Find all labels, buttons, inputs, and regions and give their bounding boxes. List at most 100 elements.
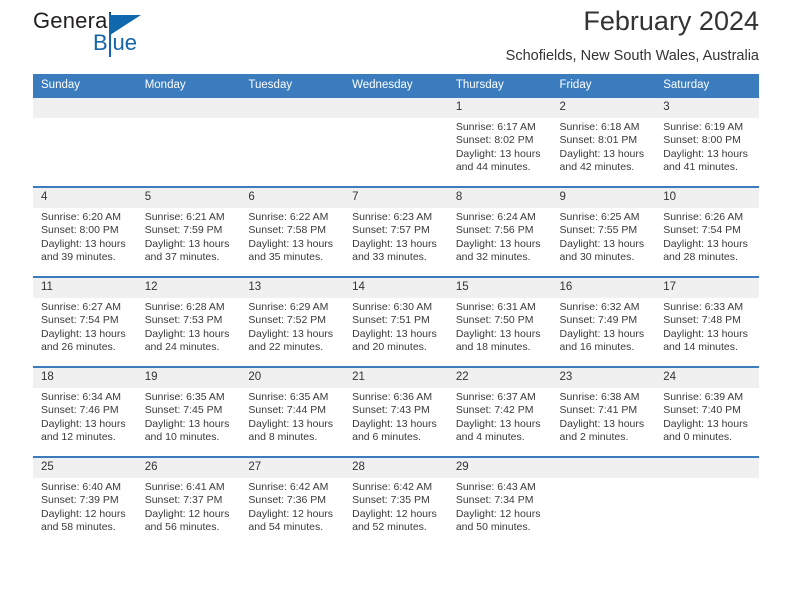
calendar-day-cell[interactable]: 11 Sunrise: 6:27 AM Sunset: 7:54 PM Dayligh… bbox=[33, 276, 137, 367]
calendar-day-cell[interactable]: 27 Sunrise: 6:42 AM Sunset: 7:36 PM Dayligh… bbox=[240, 456, 345, 546]
sunset-text: Sunset: 8:02 PM bbox=[455, 134, 534, 147]
daylight-text-line1: Daylight: 13 hours bbox=[41, 327, 126, 340]
day-number bbox=[551, 458, 656, 478]
day-number bbox=[655, 458, 759, 478]
calendar-day-cell[interactable]: 6 Sunrise: 6:22 AM Sunset: 7:58 PM Daylight… bbox=[240, 186, 345, 277]
day-details: Sunrise: 6:23 AM Sunset: 7:57 PM Daylight:… bbox=[344, 208, 448, 265]
calendar-header-row: Sunday Monday Tuesday Wednesday Thursday… bbox=[33, 74, 759, 97]
sunrise-text: Sunrise: 6:27 AM bbox=[41, 301, 121, 313]
daylight-text-line2: and 10 minutes. bbox=[144, 431, 220, 444]
weekday-header-monday: Monday bbox=[136, 74, 241, 97]
sunrise-text: Sunrise: 6:42 AM bbox=[248, 481, 329, 493]
daylight-text-line1: Daylight: 13 hours bbox=[41, 237, 126, 250]
day-number: 22 bbox=[447, 368, 552, 388]
day-details: Sunrise: 6:32 AM Sunset: 7:49 PM Daylight:… bbox=[552, 298, 656, 355]
daylight-text-line1: Daylight: 13 hours bbox=[248, 327, 334, 340]
brand-logo[interactable]: General Blue bbox=[33, 8, 253, 64]
calendar-week-row: 4 Sunrise: 6:20 AM Sunset: 8:00 PM Daylight… bbox=[33, 186, 759, 277]
calendar-day-cell[interactable]: 4 Sunrise: 6:20 AM Sunset: 8:00 PM Daylight… bbox=[33, 186, 137, 277]
day-details: Sunrise: 6:25 AM Sunset: 7:55 PM Daylight:… bbox=[552, 208, 656, 265]
day-details: Sunrise: 6:40 AM Sunset: 7:39 PM Daylight:… bbox=[33, 478, 137, 535]
page-subtitle: Schofields, New South Wales, Australia bbox=[505, 48, 759, 64]
daylight-text-line1: Daylight: 13 hours bbox=[144, 417, 230, 430]
sunset-text: Sunset: 7:54 PM bbox=[41, 314, 119, 327]
daylight-text-line1: Daylight: 13 hours bbox=[352, 237, 437, 250]
day-details: Sunrise: 6:28 AM Sunset: 7:53 PM Daylight:… bbox=[137, 298, 241, 355]
calendar-day-cell[interactable]: 23 Sunrise: 6:38 AM Sunset: 7:41 PM Dayligh… bbox=[551, 366, 656, 457]
calendar-day-cell[interactable]: 8 Sunrise: 6:24 AM Sunset: 7:56 PM Daylight… bbox=[447, 186, 552, 277]
sunrise-text: Sunrise: 6:39 AM bbox=[663, 391, 744, 403]
calendar-day-cell[interactable]: 13 Sunrise: 6:29 AM Sunset: 7:52 PM Dayligh… bbox=[240, 276, 345, 367]
calendar-day-cell[interactable]: 21 Sunrise: 6:36 AM Sunset: 7:43 PM Dayligh… bbox=[344, 366, 448, 457]
daylight-text-line2: and 41 minutes. bbox=[663, 161, 738, 174]
day-number: 18 bbox=[33, 368, 137, 388]
day-details: Sunrise: 6:36 AM Sunset: 7:43 PM Daylight:… bbox=[344, 388, 448, 445]
weekday-header-wednesday: Wednesday bbox=[344, 74, 448, 97]
calendar-day-cell[interactable]: 1 Sunrise: 6:17 AM Sunset: 8:02 PM Daylight… bbox=[447, 96, 552, 187]
daylight-text-line2: and 22 minutes. bbox=[248, 341, 324, 354]
calendar-day-cell[interactable]: 20 Sunrise: 6:35 AM Sunset: 7:44 PM Dayligh… bbox=[240, 366, 345, 457]
daylight-text-line2: and 20 minutes. bbox=[352, 341, 427, 354]
calendar-day-cell[interactable]: 25 Sunrise: 6:40 AM Sunset: 7:39 PM Dayligh… bbox=[33, 456, 137, 546]
sunset-text: Sunset: 8:01 PM bbox=[559, 134, 638, 147]
calendar-day-cell[interactable]: 9 Sunrise: 6:25 AM Sunset: 7:55 PM Daylight… bbox=[551, 186, 656, 277]
sunrise-text: Sunrise: 6:22 AM bbox=[248, 211, 329, 223]
calendar-day-cell[interactable]: 17 Sunrise: 6:33 AM Sunset: 7:48 PM Dayligh… bbox=[655, 276, 759, 367]
calendar-cell-empty bbox=[136, 96, 241, 187]
calendar-day-cell[interactable]: 16 Sunrise: 6:32 AM Sunset: 7:49 PM Dayligh… bbox=[551, 276, 656, 367]
daylight-text-line2: and 56 minutes. bbox=[144, 521, 220, 534]
calendar-day-cell[interactable]: 5 Sunrise: 6:21 AM Sunset: 7:59 PM Daylight… bbox=[136, 186, 241, 277]
calendar-cell-empty bbox=[655, 456, 759, 546]
sunset-text: Sunset: 8:00 PM bbox=[663, 134, 741, 147]
calendar-day-cell[interactable]: 3 Sunrise: 6:19 AM Sunset: 8:00 PM Daylight… bbox=[655, 96, 759, 187]
calendar-day-cell[interactable]: 29 Sunrise: 6:43 AM Sunset: 7:34 PM Dayligh… bbox=[447, 456, 552, 546]
daylight-text-line2: and 0 minutes. bbox=[663, 431, 733, 444]
calendar-day-cell[interactable]: 2 Sunrise: 6:18 AM Sunset: 8:01 PM Daylight… bbox=[551, 96, 656, 187]
daylight-text-line1: Daylight: 13 hours bbox=[455, 417, 541, 430]
day-details: Sunrise: 6:26 AM Sunset: 7:54 PM Daylight:… bbox=[655, 208, 759, 265]
sunset-text: Sunset: 7:53 PM bbox=[144, 314, 223, 327]
calendar-day-cell[interactable]: 19 Sunrise: 6:35 AM Sunset: 7:45 PM Dayligh… bbox=[136, 366, 241, 457]
sunrise-text: Sunrise: 6:19 AM bbox=[663, 121, 744, 133]
daylight-text-line2: and 6 minutes. bbox=[352, 431, 421, 444]
daylight-text-line1: Daylight: 13 hours bbox=[559, 237, 645, 250]
calendar-day-cell[interactable]: 22 Sunrise: 6:37 AM Sunset: 7:42 PM Dayligh… bbox=[447, 366, 552, 457]
day-number: 12 bbox=[136, 278, 241, 298]
day-details: Sunrise: 6:42 AM Sunset: 7:35 PM Daylight:… bbox=[344, 478, 448, 535]
daylight-text-line1: Daylight: 13 hours bbox=[559, 147, 645, 160]
calendar-day-cell[interactable]: 14 Sunrise: 6:30 AM Sunset: 7:51 PM Dayligh… bbox=[344, 276, 448, 367]
sunrise-text: Sunrise: 6:25 AM bbox=[559, 211, 640, 223]
daylight-text-line2: and 42 minutes. bbox=[559, 161, 635, 174]
sunrise-text: Sunrise: 6:26 AM bbox=[663, 211, 744, 223]
daylight-text-line2: and 33 minutes. bbox=[352, 251, 427, 264]
sunrise-text: Sunrise: 6:18 AM bbox=[559, 121, 640, 133]
calendar-day-cell[interactable]: 28 Sunrise: 6:42 AM Sunset: 7:35 PM Dayligh… bbox=[344, 456, 448, 546]
calendar-day-cell[interactable]: 12 Sunrise: 6:28 AM Sunset: 7:53 PM Dayligh… bbox=[136, 276, 241, 367]
sunrise-text: Sunrise: 6:23 AM bbox=[352, 211, 433, 223]
day-details: Sunrise: 6:21 AM Sunset: 7:59 PM Daylight:… bbox=[137, 208, 241, 265]
calendar-day-cell[interactable]: 10 Sunrise: 6:26 AM Sunset: 7:54 PM Dayligh… bbox=[655, 186, 759, 277]
daylight-text-line2: and 35 minutes. bbox=[248, 251, 324, 264]
sunrise-text: Sunrise: 6:35 AM bbox=[144, 391, 225, 403]
daylight-text-line1: Daylight: 13 hours bbox=[144, 327, 230, 340]
day-number: 14 bbox=[344, 278, 448, 298]
day-number: 2 bbox=[551, 98, 656, 118]
daylight-text-line1: Daylight: 13 hours bbox=[455, 237, 541, 250]
day-number: 9 bbox=[551, 188, 656, 208]
sunrise-text: Sunrise: 6:40 AM bbox=[41, 481, 121, 493]
daylight-text-line2: and 37 minutes. bbox=[144, 251, 220, 264]
calendar-day-cell[interactable]: 15 Sunrise: 6:31 AM Sunset: 7:50 PM Dayligh… bbox=[447, 276, 552, 367]
weekday-header-saturday: Saturday bbox=[655, 74, 759, 97]
day-details: Sunrise: 6:34 AM Sunset: 7:46 PM Daylight:… bbox=[33, 388, 137, 445]
sunset-text: Sunset: 7:45 PM bbox=[144, 404, 223, 417]
day-number: 4 bbox=[33, 188, 137, 208]
calendar-day-cell[interactable]: 7 Sunrise: 6:23 AM Sunset: 7:57 PM Daylight… bbox=[344, 186, 448, 277]
calendar-cell-empty bbox=[240, 96, 345, 187]
sunset-text: Sunset: 7:55 PM bbox=[559, 224, 638, 237]
calendar-day-cell[interactable]: 24 Sunrise: 6:39 AM Sunset: 7:40 PM Dayligh… bbox=[655, 366, 759, 457]
sunrise-text: Sunrise: 6:32 AM bbox=[559, 301, 640, 313]
sunrise-text: Sunrise: 6:29 AM bbox=[248, 301, 329, 313]
weekday-header-sunday: Sunday bbox=[33, 74, 137, 97]
calendar-day-cell[interactable]: 18 Sunrise: 6:34 AM Sunset: 7:46 PM Dayligh… bbox=[33, 366, 137, 457]
calendar-day-cell[interactable]: 26 Sunrise: 6:41 AM Sunset: 7:37 PM Dayligh… bbox=[136, 456, 241, 546]
